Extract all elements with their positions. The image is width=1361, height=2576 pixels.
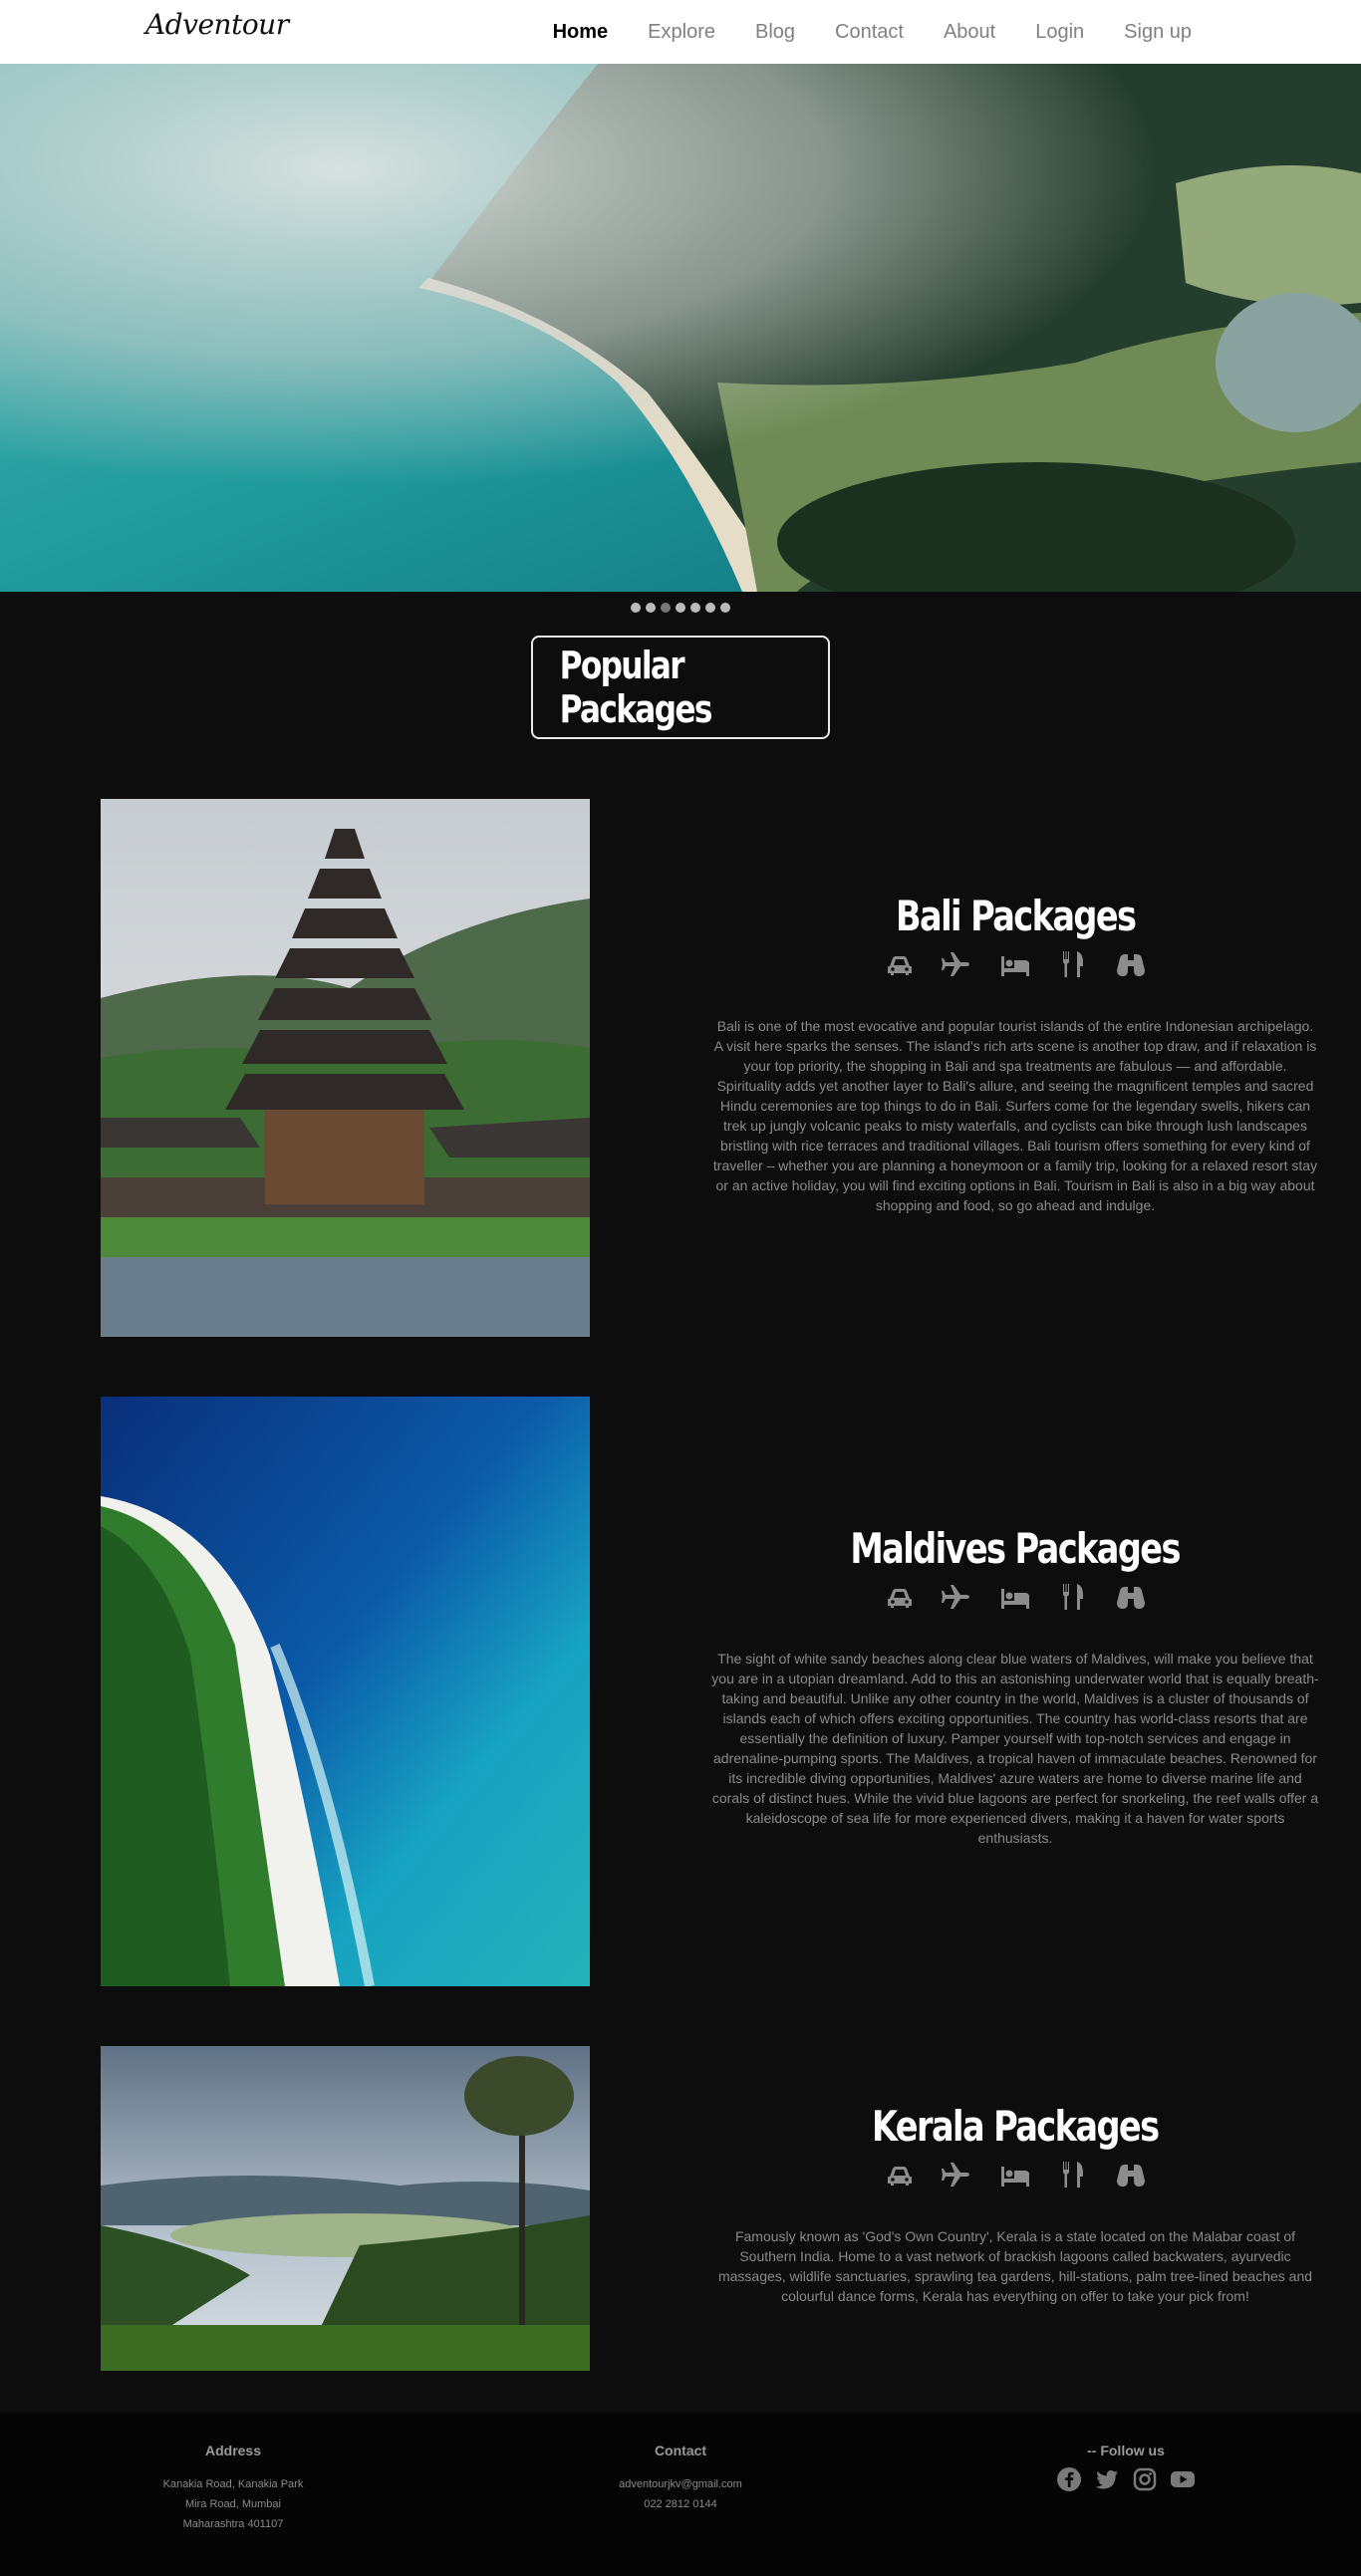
footer-address: Address Kanakia Road, Kanakia Park Mira … (34, 2443, 432, 2534)
plane-icon (942, 1581, 973, 1613)
twitter-icon[interactable] (1094, 2466, 1120, 2492)
carousel-dot[interactable] (646, 603, 656, 613)
nav-explore-link[interactable]: Explore (648, 21, 715, 44)
address-line: Maharashtra 401107 (182, 2518, 284, 2530)
nav-home-link[interactable]: Home (553, 21, 609, 44)
bed-icon (999, 948, 1031, 980)
maldives-package-image (101, 1397, 590, 1986)
carousel-indicators (0, 603, 1361, 613)
kerala-package-image (101, 2046, 590, 2371)
maldives-package-description: The sight of white sandy beaches along c… (711, 1651, 1319, 1846)
amenity-icons (709, 948, 1321, 980)
footer-follow: -- Follow us (927, 2443, 1325, 2492)
bed-icon (999, 2159, 1031, 2190)
footer-address-heading: Address (204, 2443, 262, 2458)
plane-icon (942, 948, 973, 980)
popular-packages-heading-box: Popular Packages (531, 636, 830, 739)
car-icon (884, 2159, 916, 2190)
footer: Address Kanakia Road, Kanakia Park Mira … (0, 2413, 1361, 2576)
nav-about-link[interactable]: About (944, 21, 995, 44)
contact-email[interactable]: adventourjkv@gmail.com (481, 2474, 880, 2494)
bali-package-title[interactable]: Bali Packages (896, 892, 1137, 940)
maldives-package-title[interactable]: Maldives Packages (851, 1524, 1182, 1573)
binoculars-icon (1115, 948, 1147, 980)
nav-links: Home Explore Blog Contact About Login Si… (553, 0, 1192, 64)
plane-icon (942, 2159, 973, 2190)
utensils-icon (1057, 948, 1089, 980)
facebook-icon[interactable] (1056, 2466, 1082, 2492)
car-icon (884, 948, 916, 980)
kerala-package-title[interactable]: Kerala Packages (872, 2102, 1160, 2151)
contact-phone[interactable]: 022 2812 0144 (481, 2494, 880, 2514)
nav-blog-link[interactable]: Blog (755, 21, 795, 44)
carousel-dot[interactable] (690, 603, 700, 613)
bed-icon (999, 1581, 1031, 1613)
amenity-icons (709, 2159, 1321, 2190)
address-line: Kanakia Road, Kanakia Park (162, 2478, 304, 2490)
nav-contact-link[interactable]: Contact (835, 21, 904, 44)
footer-contact: Contact adventourjkv@gmail.com 022 2812 … (481, 2443, 880, 2514)
carousel-dot[interactable] (705, 603, 715, 613)
carousel-dot[interactable] (720, 603, 730, 613)
bali-package-description: Bali is one of the most evocative and po… (712, 1018, 1318, 1213)
binoculars-icon (1115, 1581, 1147, 1613)
footer-follow-heading: -- Follow us (1087, 2443, 1165, 2458)
utensils-icon (1057, 2159, 1089, 2190)
carousel-dot[interactable] (676, 603, 685, 613)
carousel-dot-active[interactable] (661, 603, 671, 613)
bali-package-info: Bali Packages Bali is one of the most ev… (709, 892, 1321, 1215)
maldives-package-info: Maldives Packages The sight of white san… (709, 1524, 1321, 1848)
social-icons (927, 2466, 1325, 2492)
site-logo[interactable]: Adventour (145, 8, 289, 41)
top-navbar: Adventour Home Explore Blog Contact Abou… (0, 0, 1361, 64)
amenity-icons (709, 1581, 1321, 1613)
nav-login-link[interactable]: Login (1035, 21, 1084, 44)
section-title: Popular Packages (559, 644, 713, 731)
utensils-icon (1057, 1581, 1089, 1613)
hero-carousel-image (0, 64, 1361, 592)
nav-signup-link[interactable]: Sign up (1124, 21, 1192, 44)
footer-contact-heading: Contact (654, 2443, 707, 2458)
kerala-package-info: Kerala Packages Famously known as 'God's… (709, 2102, 1321, 2306)
youtube-icon[interactable] (1170, 2466, 1196, 2492)
car-icon (884, 1581, 916, 1613)
bali-package-image (101, 799, 590, 1337)
kerala-package-description: Famously known as 'God's Own Country', K… (717, 2228, 1313, 2304)
binoculars-icon (1115, 2159, 1147, 2190)
address-line: Mira Road, Mumbai (185, 2498, 281, 2510)
instagram-icon[interactable] (1132, 2466, 1158, 2492)
carousel-dot[interactable] (631, 603, 641, 613)
